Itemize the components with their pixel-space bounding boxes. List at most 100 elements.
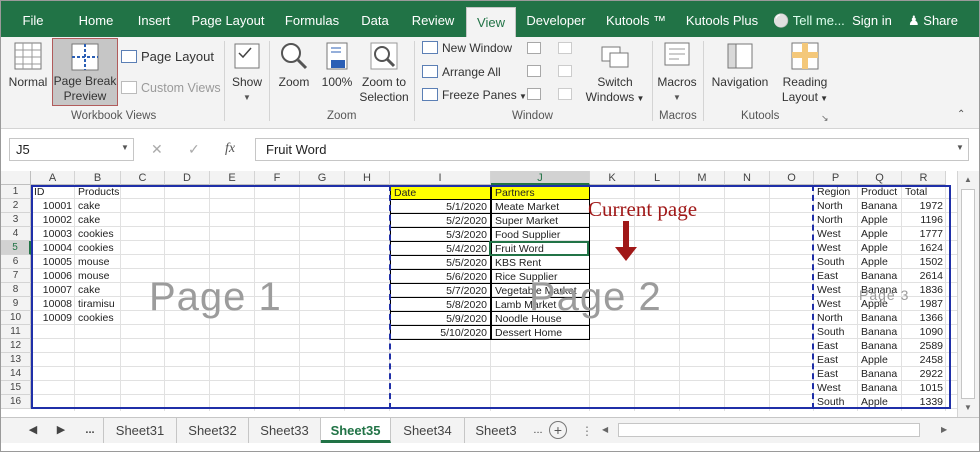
enter-icon[interactable]: ✓ — [188, 141, 200, 158]
row-header-7[interactable]: 7 — [1, 269, 31, 283]
row-header-1[interactable]: 1 — [1, 185, 31, 199]
freeze-panes-button[interactable]: Freeze Panes ▼ — [422, 87, 527, 105]
row-header-16[interactable]: 16 — [1, 395, 31, 409]
tab-page-layout[interactable]: Page Layout — [187, 1, 269, 37]
page-break-line-2[interactable] — [812, 185, 814, 409]
column-header-h[interactable]: H — [345, 171, 390, 185]
new-window-button[interactable]: New Window — [422, 40, 512, 56]
vertical-scrollbar[interactable]: ▲ ▼ — [957, 171, 979, 417]
sign-in-link[interactable]: Sign in — [849, 1, 895, 37]
column-header-j[interactable]: J — [491, 171, 590, 185]
add-sheet-button[interactable]: + — [549, 421, 567, 439]
page-break-line-1[interactable] — [389, 185, 391, 409]
row-header-15[interactable]: 15 — [1, 381, 31, 395]
arrange-all-button[interactable]: Arrange All — [422, 64, 501, 80]
view-side-by-side-icon[interactable] — [558, 42, 572, 54]
sheet-tab-sheet3[interactable]: Sheet3 — [465, 418, 527, 443]
sheet-tab-sheet31[interactable]: Sheet31 — [103, 418, 177, 443]
name-box-dropdown-icon[interactable]: ▼ — [121, 143, 129, 152]
tab-data[interactable]: Data — [353, 1, 397, 37]
column-header-g[interactable]: G — [300, 171, 345, 185]
scroll-right-icon[interactable]: ▶ — [941, 425, 947, 434]
synchronous-scrolling-icon[interactable] — [558, 65, 572, 77]
row-header-3[interactable]: 3 — [1, 213, 31, 227]
active-cell-j5[interactable] — [489, 241, 589, 256]
prev-sheet-icon[interactable]: ◀ — [23, 418, 43, 443]
column-header-i[interactable]: I — [390, 171, 491, 185]
reading-layout-button[interactable]: Reading Layout ▼ — [777, 41, 833, 106]
column-header-e[interactable]: E — [210, 171, 255, 185]
tell-me-box[interactable]: ⚪ Tell me... — [773, 1, 845, 37]
scroll-up-icon[interactable]: ▲ — [964, 175, 972, 184]
column-header-n[interactable]: N — [725, 171, 770, 185]
tab-kutools[interactable]: Kutools ™ — [601, 1, 671, 37]
sheet-tab-sheet33[interactable]: Sheet33 — [249, 418, 321, 443]
sheet-tab-sheet35[interactable]: Sheet35 — [321, 418, 391, 443]
split-icon[interactable] — [527, 42, 541, 54]
scroll-down-icon[interactable]: ▼ — [964, 403, 972, 412]
more-sheets-right-button[interactable]: ... — [527, 418, 549, 443]
row-header-2[interactable]: 2 — [1, 199, 31, 213]
zoom-100-button[interactable]: 100% — [319, 41, 355, 90]
row-header-14[interactable]: 14 — [1, 367, 31, 381]
row-header-8[interactable]: 8 — [1, 283, 31, 297]
tab-view[interactable]: View — [466, 7, 516, 37]
expand-formula-icon[interactable]: ▼ — [956, 143, 964, 152]
hide-window-icon[interactable] — [527, 65, 541, 77]
navigation-button[interactable]: Navigation — [709, 41, 771, 90]
page-layout-view-button[interactable]: Page Layout — [121, 49, 214, 65]
column-header-o[interactable]: O — [770, 171, 814, 185]
column-header-m[interactable]: M — [680, 171, 725, 185]
row-header-5[interactable]: 5 — [1, 241, 31, 255]
row-header-9[interactable]: 9 — [1, 297, 31, 311]
column-header-d[interactable]: D — [165, 171, 210, 185]
formula-input[interactable]: Fruit Word — [255, 138, 969, 161]
scroll-left-icon[interactable]: ◀ — [602, 425, 608, 434]
column-header-r[interactable]: R — [902, 171, 946, 185]
column-header-q[interactable]: Q — [858, 171, 902, 185]
tab-insert[interactable]: Insert — [129, 1, 179, 37]
show-button[interactable]: Show ▼ — [229, 41, 265, 105]
row-header-6[interactable]: 6 — [1, 255, 31, 269]
column-header-f[interactable]: F — [255, 171, 300, 185]
switch-windows-button[interactable]: Switch Windows ▼ — [584, 41, 646, 106]
column-header-c[interactable]: C — [121, 171, 165, 185]
tab-home[interactable]: Home — [71, 1, 121, 37]
unhide-window-icon[interactable] — [527, 88, 541, 100]
zoom-to-selection-button[interactable]: Zoom to Selection — [358, 41, 410, 105]
worksheet-grid[interactable]: ABCDEFGHIJKLMNOPQR 1 2 3 4 5 6 7 8 9 10 11 12 13 14 15… — [1, 171, 957, 411]
row-header-10[interactable]: 10 — [1, 311, 31, 325]
collapse-ribbon-icon[interactable]: ⌃ — [957, 109, 965, 120]
normal-view-button[interactable]: Normal — [7, 41, 49, 90]
tab-review[interactable]: Review — [405, 1, 461, 37]
column-header-l[interactable]: L — [635, 171, 680, 185]
column-header-a[interactable]: A — [31, 171, 75, 185]
tab-splitter-icon[interactable]: ⋮ — [581, 424, 593, 438]
reset-window-position-icon[interactable] — [558, 88, 572, 100]
tab-kutools-plus[interactable]: Kutools Plus — [681, 1, 763, 37]
horizontal-scroll-thumb[interactable] — [618, 423, 920, 437]
custom-views-button[interactable]: Custom Views — [121, 80, 221, 96]
macros-button[interactable]: Macros ▼ — [655, 41, 699, 105]
zoom-button[interactable]: Zoom — [274, 41, 314, 90]
tab-file[interactable]: File — [11, 1, 55, 37]
more-sheets-button[interactable]: ... — [79, 418, 101, 443]
column-header-k[interactable]: K — [590, 171, 635, 185]
scroll-thumb[interactable] — [961, 189, 975, 399]
name-box[interactable]: J5 — [9, 138, 134, 161]
share-button[interactable]: ♟ Share — [901, 1, 965, 37]
insert-function-icon[interactable]: fx — [225, 141, 235, 157]
row-header-11[interactable]: 11 — [1, 325, 31, 339]
row-header-12[interactable]: 12 — [1, 339, 31, 353]
page-break-preview-button[interactable]: Page Break Preview — [52, 38, 118, 106]
next-sheet-icon[interactable]: ▶ — [51, 418, 71, 443]
select-all-corner[interactable] — [1, 171, 31, 185]
column-header-p[interactable]: P — [814, 171, 858, 185]
cancel-icon[interactable]: ✕ — [151, 141, 163, 158]
tab-developer[interactable]: Developer — [523, 1, 589, 37]
sheet-tab-sheet32[interactable]: Sheet32 — [177, 418, 249, 443]
tab-formulas[interactable]: Formulas — [279, 1, 345, 37]
column-header-b[interactable]: B — [75, 171, 121, 185]
dialog-launcher-icon[interactable]: ↘ — [821, 113, 829, 124]
sheet-tab-sheet34[interactable]: Sheet34 — [391, 418, 465, 443]
